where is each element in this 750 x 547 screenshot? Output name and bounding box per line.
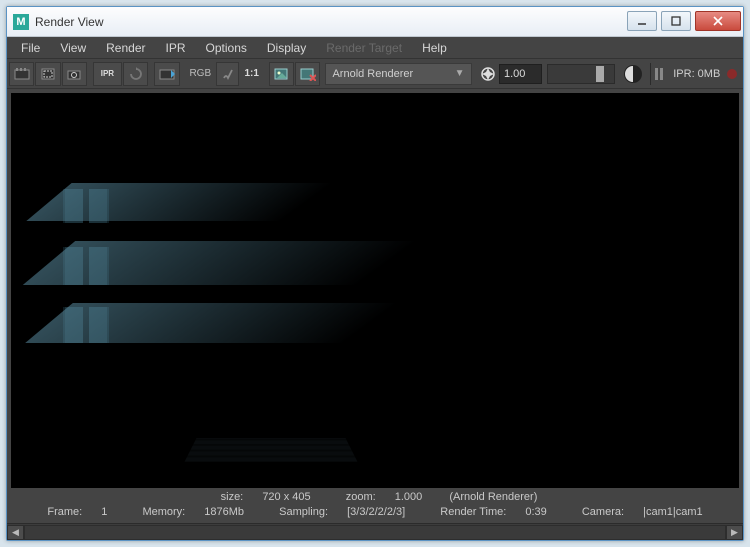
- scroll-track[interactable]: [24, 525, 726, 540]
- render-view-window: M Render View File View Render IPR Optio…: [6, 6, 744, 541]
- menu-help[interactable]: Help: [412, 39, 457, 57]
- toolbar-divider: [650, 63, 651, 85]
- exposure-icon: [479, 64, 498, 84]
- ipr-status: IPR: 0MB: [667, 68, 726, 80]
- record-icon[interactable]: [727, 69, 737, 79]
- window-title: Render View: [35, 15, 625, 29]
- exposure-field[interactable]: 1.00: [499, 64, 542, 84]
- horizontal-scrollbar[interactable]: ◀ ▶: [7, 523, 743, 540]
- titlebar[interactable]: M Render View: [7, 7, 743, 37]
- renderer-value: Arnold Renderer: [332, 68, 413, 80]
- slider-knob[interactable]: [596, 66, 604, 82]
- maximize-button[interactable]: [661, 11, 691, 31]
- scroll-left-arrow[interactable]: ◀: [7, 525, 24, 540]
- render-region-button[interactable]: [35, 62, 60, 86]
- menu-file[interactable]: File: [11, 39, 50, 57]
- menu-display[interactable]: Display: [257, 39, 316, 57]
- real-size-button[interactable]: 1:1: [240, 68, 262, 79]
- minimize-button[interactable]: [627, 11, 657, 31]
- chevron-down-icon: ▼: [455, 68, 465, 79]
- window-controls: [625, 7, 743, 36]
- menubar: File View Render IPR Options Display Ren…: [7, 37, 743, 59]
- scroll-right-arrow[interactable]: ▶: [726, 525, 743, 540]
- menu-ipr[interactable]: IPR: [156, 39, 196, 57]
- close-button[interactable]: [695, 11, 741, 31]
- menu-view[interactable]: View: [50, 39, 96, 57]
- menu-render-target[interactable]: Render Target: [316, 39, 412, 57]
- render-sequence-button[interactable]: [154, 62, 179, 86]
- menu-render[interactable]: Render: [96, 39, 155, 57]
- app-icon: M: [13, 14, 29, 30]
- renderer-select[interactable]: Arnold Renderer ▼: [325, 63, 471, 85]
- keep-image-button[interactable]: [269, 62, 294, 86]
- display-alpha-button[interactable]: [216, 62, 239, 86]
- toolbar: IPR RGB 1:1 Arnold Renderer ▼ 1.00: [7, 59, 743, 89]
- remove-image-button[interactable]: [295, 62, 320, 86]
- viewport-area: size: 720 x 405 zoom: 1.000 (Arnold Rend…: [7, 89, 743, 540]
- redo-render-button[interactable]: [9, 62, 34, 86]
- pause-button[interactable]: [655, 68, 667, 80]
- render-canvas[interactable]: [11, 93, 739, 488]
- contrast-icon[interactable]: [624, 65, 642, 83]
- rgb-label: RGB: [185, 68, 215, 79]
- ipr-render-button[interactable]: IPR: [93, 62, 122, 86]
- menu-options[interactable]: Options: [196, 39, 257, 57]
- status-bar: size: 720 x 405 zoom: 1.000 (Arnold Rend…: [7, 488, 743, 523]
- exposure-slider[interactable]: [547, 64, 615, 84]
- snapshot-button[interactable]: [62, 62, 87, 86]
- ipr-refresh-button[interactable]: [123, 62, 148, 86]
